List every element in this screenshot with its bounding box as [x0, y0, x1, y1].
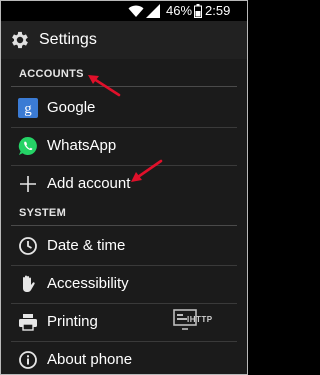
google-icon: g: [18, 98, 38, 118]
list-item-label: Accessibility: [47, 275, 129, 292]
svg-text:g: g: [24, 101, 32, 117]
watermark-text: IHTTP: [187, 315, 213, 324]
whatsapp-icon: [18, 136, 37, 155]
signal-icon: [146, 4, 160, 18]
wifi-icon: [128, 5, 144, 17]
hand-icon: [23, 275, 35, 293]
list-item-about-phone[interactable]: About phone: [1, 341, 247, 374]
clock: 2:59 PM: [205, 3, 231, 38]
page-title: Settings: [39, 31, 97, 48]
action-bar: Settings: [1, 21, 247, 59]
list-item-label: Date & time: [47, 237, 126, 254]
section-divider: [11, 86, 237, 87]
status-bar: 46% 2:59 PM: [1, 1, 247, 38]
list-item-google[interactable]: g Google: [1, 89, 247, 127]
section-label: ACCOUNTS: [19, 68, 84, 80]
info-icon: [19, 351, 37, 369]
printer-icon: [19, 314, 37, 331]
clock-icon: [19, 237, 37, 255]
list-item-label: Printing: [47, 313, 98, 330]
plus-icon: [20, 176, 36, 192]
list-item-date-time[interactable]: Date & time: [1, 227, 247, 265]
battery-percent: 46%: [166, 3, 193, 18]
gear-icon[interactable]: [9, 29, 31, 51]
add-account-button[interactable]: Add account: [1, 165, 247, 203]
list-item-label: WhatsApp: [47, 137, 117, 154]
list-item-label: About phone: [47, 351, 133, 368]
section-label: SYSTEM: [19, 207, 67, 219]
section-divider: [11, 225, 237, 226]
section-header-accounts: ACCOUNTS: [1, 64, 247, 88]
battery-icon: [194, 4, 202, 18]
android-settings-screen: 46% 2:59 PM Settings ACCOUNTS g Google W…: [0, 0, 248, 375]
section-header-system: SYSTEM: [1, 203, 247, 227]
red-arrow-icon: [88, 75, 121, 97]
list-item-label: Add account: [47, 175, 131, 192]
list-item-whatsapp[interactable]: WhatsApp: [1, 127, 247, 165]
list-item-accessibility[interactable]: Accessibility: [1, 265, 247, 303]
red-arrow-icon: [131, 159, 163, 182]
